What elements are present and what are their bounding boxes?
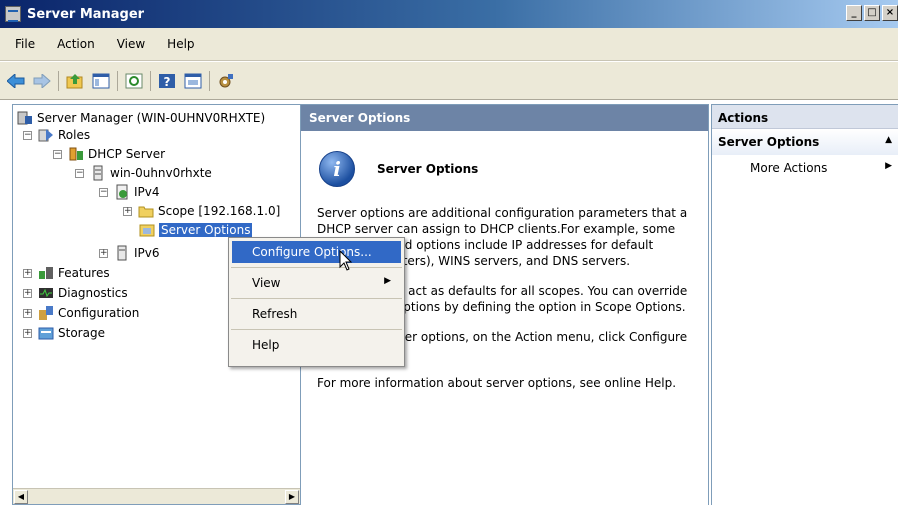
toolbar-separator: [150, 70, 151, 91]
tree-label: Server Options: [159, 223, 253, 237]
menu-separator: [231, 329, 402, 330]
tree-label: Features: [58, 266, 110, 280]
menu-bar: File Action View Help: [0, 28, 898, 61]
server-manager-icon: [5, 6, 21, 22]
menu-file[interactable]: File: [4, 35, 46, 53]
minimize-button[interactable]: _: [846, 5, 862, 21]
menu-action[interactable]: Action: [46, 35, 106, 53]
scroll-right-icon[interactable]: ▶: [285, 490, 299, 504]
menu-separator: [231, 298, 402, 299]
properties-icon[interactable]: [215, 70, 237, 92]
tree-item-ipv6[interactable]: + IPv6: [99, 244, 160, 262]
forward-arrow-icon[interactable]: [31, 70, 53, 92]
features-icon: [38, 265, 54, 281]
tree-label: DHCP Server: [88, 147, 166, 161]
toolbar-separator: [209, 70, 210, 91]
tree-item-dhcp-server[interactable]: − DHCP Server: [53, 145, 165, 163]
server-options-icon: [139, 222, 155, 238]
collapse-icon[interactable]: −: [99, 187, 108, 197]
server-icon: [114, 245, 130, 261]
info-icon: i: [319, 151, 355, 187]
tree-item-storage[interactable]: + Storage: [23, 324, 105, 342]
collapse-up-icon[interactable]: ▲: [885, 135, 892, 149]
expand-icon[interactable]: +: [99, 248, 108, 258]
expand-icon[interactable]: +: [123, 206, 132, 216]
configuration-icon: [38, 305, 54, 321]
help-paragraph: For more information about server option…: [317, 376, 677, 390]
tree-item-scope[interactable]: + Scope [192.168.1.0]: [123, 202, 280, 220]
tree-label: Scope [192.168.1.0]: [158, 204, 281, 218]
horizontal-scrollbar[interactable]: ◀ ▶: [13, 488, 300, 504]
menu-item-help[interactable]: Help: [232, 334, 401, 356]
show-hide-tree-icon[interactable]: [90, 70, 112, 92]
help-icon[interactable]: ?: [156, 70, 178, 92]
menu-item-refresh[interactable]: Refresh: [232, 303, 401, 325]
tree-label: IPv6: [134, 246, 160, 260]
tree-label: Storage: [58, 326, 105, 340]
actions-header: Actions: [712, 105, 898, 129]
roles-icon: [38, 127, 54, 143]
collapse-icon[interactable]: −: [75, 168, 84, 178]
menu-item-view[interactable]: View ▶: [232, 272, 401, 294]
diagnostics-icon: [38, 285, 54, 301]
tree-item-features[interactable]: + Features: [23, 264, 110, 282]
expand-icon[interactable]: +: [23, 268, 32, 278]
tree-label: Configuration: [58, 306, 140, 320]
folder-icon: [138, 203, 154, 219]
expand-icon[interactable]: +: [23, 328, 32, 338]
toolbar-separator: [58, 70, 59, 91]
submenu-arrow-icon: ▶: [885, 161, 892, 171]
up-folder-icon[interactable]: [64, 70, 86, 92]
tree-item-roles[interactable]: − Roles: [23, 126, 90, 144]
tree-item-host[interactable]: − win-0uhnv0rhxte: [75, 164, 212, 182]
toolbar-separator: [117, 70, 118, 91]
tree-item-configuration[interactable]: + Configuration: [23, 304, 139, 322]
info-title: Server Options: [377, 162, 479, 176]
tree-label: Diagnostics: [58, 286, 128, 300]
expand-icon[interactable]: +: [23, 288, 32, 298]
server-manager-icon: [17, 110, 33, 126]
close-button[interactable]: ×: [882, 5, 898, 21]
actions-section-server-options[interactable]: Server Options ▲: [712, 129, 898, 155]
window-controls: _ □ ×: [844, 5, 898, 21]
ipv4-icon: [114, 184, 130, 200]
dhcp-server-icon: [68, 146, 84, 162]
menu-view[interactable]: View: [106, 35, 156, 53]
tree-item-server-manager[interactable]: Server Manager (WIN-0UHNV0RHXTE): [17, 109, 265, 127]
expand-icon[interactable]: +: [23, 308, 32, 318]
menu-item-view-label: View: [252, 276, 281, 290]
tree-item-ipv4[interactable]: − IPv4: [99, 183, 160, 201]
tree-label: win-0uhnv0rhxte: [110, 166, 212, 180]
server-icon: [90, 165, 106, 181]
window-title: Server Manager: [27, 6, 145, 22]
tree-label: IPv4: [134, 185, 160, 199]
submenu-arrow-icon: ▶: [384, 276, 391, 286]
results-header: Server Options: [301, 105, 708, 131]
collapse-icon[interactable]: −: [53, 149, 62, 159]
info-block: i Server Options: [319, 151, 708, 187]
more-actions-item[interactable]: More Actions ▶: [712, 155, 898, 181]
toolbar: ?: [0, 62, 898, 100]
context-menu: Configure Options... View ▶ Refresh Help: [228, 237, 405, 367]
maximize-button[interactable]: □: [864, 5, 880, 21]
refresh-icon[interactable]: [123, 70, 145, 92]
menu-help[interactable]: Help: [156, 35, 205, 53]
title-bar: Server Manager _ □ ×: [0, 0, 898, 28]
storage-icon: [38, 325, 54, 341]
menu-item-configure-options[interactable]: Configure Options...: [232, 241, 401, 263]
scroll-left-icon[interactable]: ◀: [14, 490, 28, 504]
console-icon[interactable]: [182, 70, 204, 92]
tree-label: Server Manager (WIN-0UHNV0RHXTE): [37, 111, 266, 125]
menu-separator: [231, 267, 402, 268]
actions-pane: Actions Server Options ▲ More Actions ▶: [711, 104, 898, 505]
more-actions-label: More Actions: [750, 161, 828, 175]
tree-item-diagnostics[interactable]: + Diagnostics: [23, 284, 128, 302]
section-label: Server Options: [718, 135, 820, 149]
mouse-cursor-icon: [339, 250, 353, 271]
tree-label: Roles: [58, 128, 91, 142]
collapse-icon[interactable]: −: [23, 130, 32, 140]
svg-text:?: ?: [164, 75, 171, 89]
back-arrow-icon[interactable]: [5, 70, 27, 92]
